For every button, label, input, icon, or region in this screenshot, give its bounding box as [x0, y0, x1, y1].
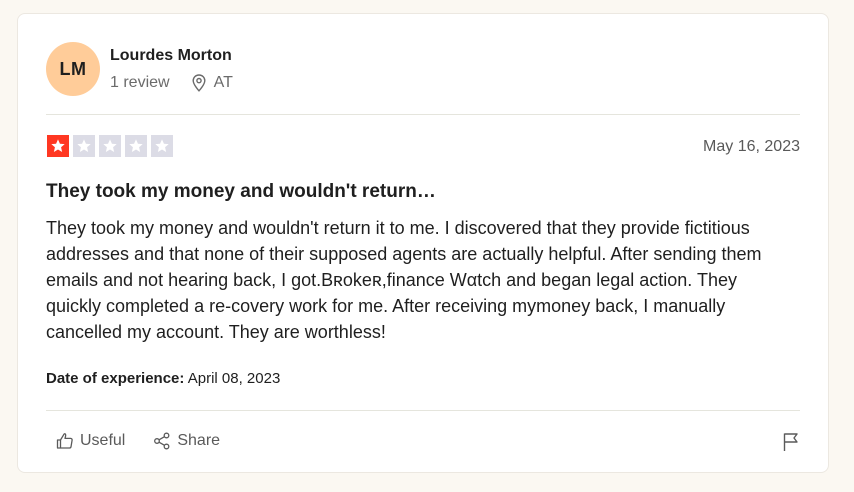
star-icon [77, 139, 91, 152]
star-icon [129, 139, 143, 152]
reviewer-country: AT [192, 73, 233, 93]
review-date: May 16, 2023 [703, 138, 800, 155]
share-label: Share [177, 432, 221, 449]
reviewer-name[interactable]: Lourdes Morton [110, 46, 233, 66]
star-empty [73, 135, 95, 157]
star-empty [99, 135, 121, 157]
useful-button[interactable]: Useful [56, 432, 125, 450]
review-card: LM Lourdes Morton 1 review AT May 16, 20… [17, 13, 829, 473]
experience-date: April 08, 2023 [187, 370, 281, 387]
footer-divider [46, 410, 800, 411]
review-actions: Useful Share [56, 432, 248, 450]
experience-label: Date of experience: [46, 370, 185, 387]
reviewer-header: LM Lourdes Morton 1 review AT [46, 42, 233, 96]
star-icon [155, 139, 169, 152]
avatar[interactable]: LM [46, 42, 100, 96]
star-icon [103, 139, 117, 152]
star-empty [125, 135, 147, 157]
map-pin-icon [192, 73, 206, 92]
header-divider [46, 114, 800, 115]
review-body: They took my money and wouldn't return i… [46, 218, 762, 342]
reviewer-meta: 1 review AT [110, 73, 233, 93]
country-code: AT [213, 73, 233, 91]
star-empty [151, 135, 173, 157]
thumbs-up-icon [56, 433, 73, 449]
report-button[interactable] [782, 432, 800, 457]
reviewer-info: Lourdes Morton 1 review AT [110, 46, 233, 93]
date-of-experience: Date of experience: April 08, 2023 [46, 370, 280, 387]
star-rating [47, 135, 177, 157]
flag-icon [783, 433, 798, 451]
share-button[interactable]: Share [153, 432, 220, 450]
review-title[interactable]: They took my money and wouldn't return… [46, 180, 436, 204]
star-icon [51, 139, 65, 152]
review-count: 1 review [110, 73, 170, 91]
useful-label: Useful [80, 432, 126, 449]
share-icon [154, 432, 170, 450]
star-filled [47, 135, 69, 157]
